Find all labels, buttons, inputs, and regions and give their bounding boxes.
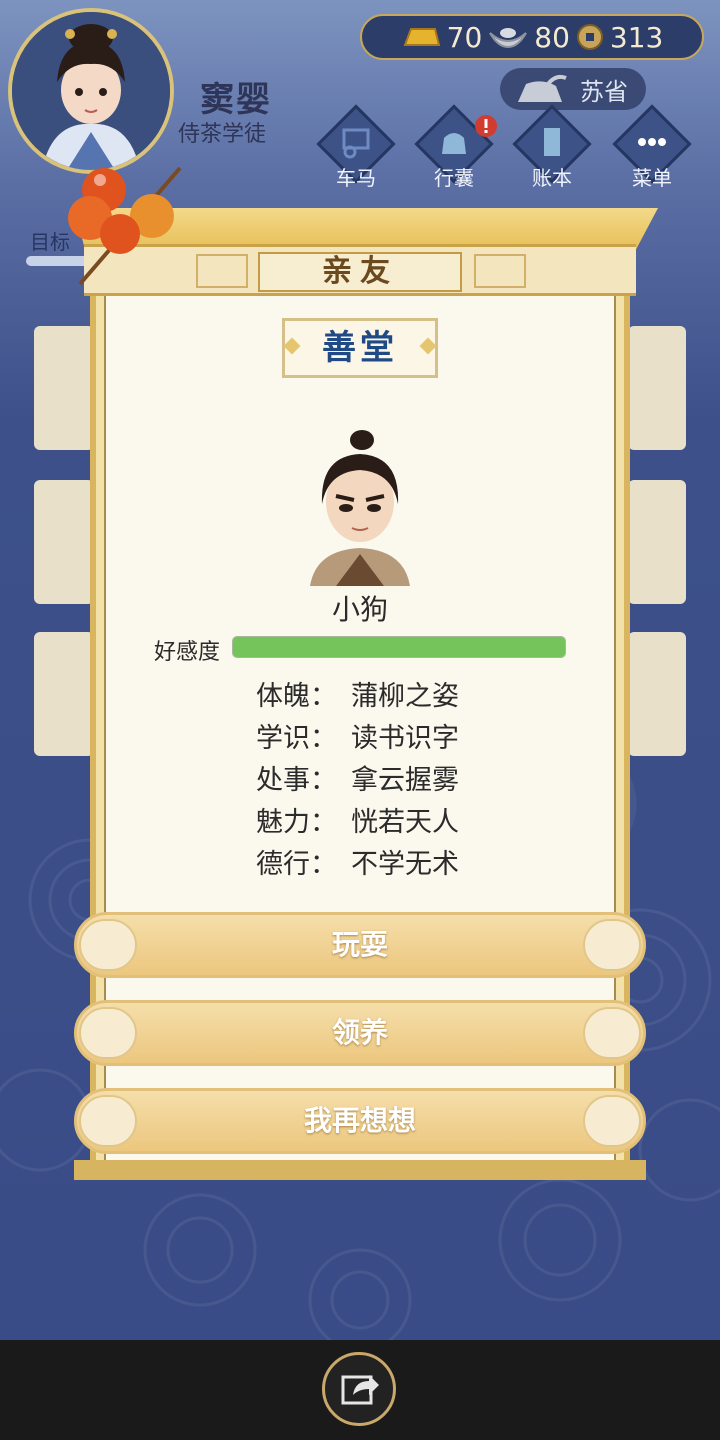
- gold-count: 70: [446, 20, 483, 54]
- affinity-label: 好感度: [154, 640, 221, 665]
- stat-label: 学识：: [256, 723, 337, 754]
- adopt-button-label: 领养: [331, 1016, 388, 1049]
- stat-row-virtue: 德行： 不学无术: [256, 842, 459, 881]
- player-name: 窦婴: [200, 80, 272, 120]
- currency-bar: 70 80 313: [360, 14, 704, 60]
- silver-ingot-icon: [489, 28, 528, 49]
- stat-label: 体魄：: [256, 681, 337, 712]
- nav-carriage-label: 车马: [336, 166, 376, 190]
- stat-value: 蒲柳之姿: [351, 681, 459, 712]
- bag-icon: [442, 133, 466, 154]
- play-button-label: 玩耍: [331, 928, 388, 961]
- stat-value: 读书识字: [351, 723, 459, 754]
- copper-coin-icon: [576, 24, 603, 50]
- lady-portrait: [12, 12, 170, 170]
- list-card-1: [34, 326, 94, 450]
- alert-badge-icon: [475, 115, 497, 137]
- nav-carriage-button[interactable]: 车马: [316, 104, 396, 190]
- player-avatar[interactable]: [8, 8, 174, 174]
- nav-ledger-label: 账本: [532, 166, 572, 190]
- region-selector[interactable]: 苏省: [500, 68, 646, 110]
- stat-value: 不学无术: [351, 849, 459, 880]
- character-name: 小狗: [331, 593, 388, 626]
- character-portrait: [310, 430, 410, 586]
- affinity-bar-fill: [233, 637, 565, 657]
- coin-count: 313: [609, 20, 664, 54]
- nav-menu-label: 菜单: [632, 166, 672, 190]
- ledger-icon: [544, 128, 560, 156]
- region-label: 苏省: [580, 77, 628, 106]
- stat-label: 德行：: [256, 849, 337, 880]
- gold-bar-icon: [403, 28, 440, 46]
- adopt-button[interactable]: 领养: [74, 1000, 646, 1066]
- player-title: 侍茶学徒: [178, 122, 267, 147]
- affinity-bar: [232, 636, 566, 658]
- stat-row-charm: 魅力： 恍若天人: [256, 800, 459, 839]
- nav-bag-label: 行囊: [434, 166, 474, 190]
- play-button[interactable]: 玩耍: [74, 912, 646, 978]
- stat-value: 恍若天人: [351, 807, 459, 838]
- nav-ledger-button[interactable]: 账本: [512, 104, 592, 190]
- stat-label: 处事：: [256, 765, 337, 796]
- share-button[interactable]: [322, 1352, 396, 1426]
- header-ornament-right: [474, 254, 526, 288]
- stat-row-knowledge: 学识： 读书识字: [256, 716, 459, 755]
- reconsider-button-label: 我再想想: [303, 1104, 416, 1137]
- silver-count: 80: [534, 20, 570, 54]
- dialog-bottom-edge: [74, 1160, 646, 1180]
- share-icon: [341, 1375, 379, 1405]
- dialog-title: 亲友: [258, 252, 462, 292]
- list-card-2: [34, 480, 94, 604]
- stat-row-conduct: 处事： 拿云握雾: [256, 758, 459, 797]
- nav-bag-button[interactable]: 行囊: [414, 104, 497, 190]
- nav-menu-button[interactable]: 菜单: [612, 104, 692, 190]
- iron-icon: [518, 74, 567, 102]
- list-card-5: [628, 480, 686, 604]
- carriage-icon: [342, 128, 370, 159]
- stat-value: 拿云握雾: [351, 765, 459, 796]
- reconsider-button[interactable]: 我再想想: [74, 1088, 646, 1154]
- menu-icon: [638, 138, 666, 146]
- list-card-4: [628, 326, 686, 450]
- stat-label: 魅力：: [256, 807, 337, 838]
- candied-fruit-icon: [68, 166, 182, 286]
- list-card-3: [34, 632, 94, 756]
- section-title: 善堂: [282, 318, 438, 378]
- list-card-6: [628, 632, 686, 756]
- stat-row-physique: 体魄： 蒲柳之姿: [256, 674, 459, 713]
